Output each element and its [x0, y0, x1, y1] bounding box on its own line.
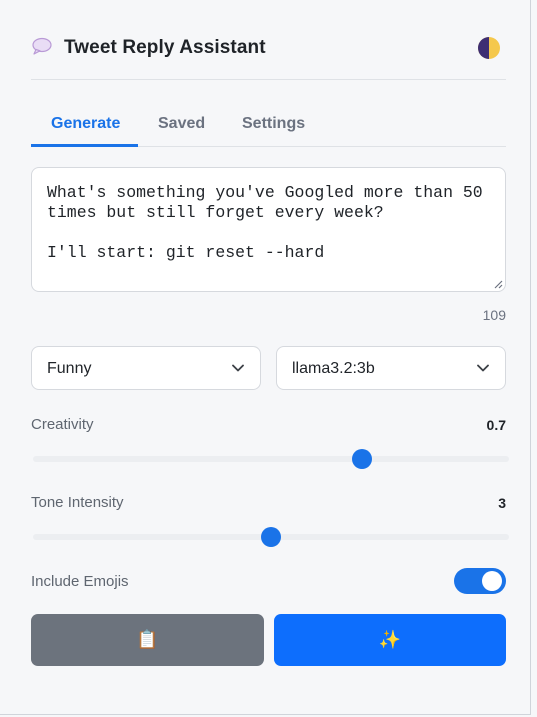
resize-handle-icon[interactable]	[494, 280, 503, 289]
speech-bubble-icon	[32, 37, 52, 55]
tweet-input[interactable]	[31, 167, 506, 292]
chevron-down-icon	[232, 364, 244, 372]
clipboard-icon: 📋	[136, 629, 159, 650]
tab-bar: Generate Saved Settings	[31, 105, 506, 147]
model-select[interactable]: llama3.2:3b	[276, 346, 506, 390]
header: Tweet Reply Assistant	[31, 28, 506, 80]
tab-saved[interactable]: Saved	[158, 105, 205, 147]
tone-select[interactable]: Funny	[31, 346, 261, 390]
tone-select-value: Funny	[47, 360, 92, 377]
generate-button[interactable]: ✨	[274, 614, 506, 666]
creativity-slider-thumb[interactable]	[352, 449, 373, 469]
active-tab-indicator	[31, 144, 138, 147]
tone-intensity-value: 3	[498, 495, 506, 511]
include-emojis-label: Include Emojis	[31, 573, 129, 590]
model-select-value: llama3.2:3b	[292, 360, 375, 377]
tab-generate[interactable]: Generate	[51, 105, 120, 147]
tone-intensity-slider-track[interactable]	[33, 527, 509, 547]
half-moon-theme-toggle-icon[interactable]	[477, 36, 501, 60]
app-title: Tweet Reply Assistant	[64, 37, 266, 58]
creativity-value: 0.7	[486, 417, 506, 433]
sparkles-icon: ✨	[378, 629, 402, 650]
character-count: 109	[482, 307, 506, 323]
chevron-down-icon	[477, 364, 489, 372]
extension-panel: Tweet Reply Assistant Generate Saved Set…	[0, 0, 531, 715]
tone-intensity-slider-thumb[interactable]	[261, 527, 281, 547]
creativity-slider-track[interactable]	[33, 449, 509, 469]
include-emojis-toggle[interactable]	[454, 568, 506, 594]
toggle-knob	[482, 571, 502, 591]
tab-settings[interactable]: Settings	[242, 105, 305, 147]
tone-intensity-label: Tone Intensity	[31, 494, 124, 511]
creativity-label: Creativity	[31, 416, 94, 433]
copy-button[interactable]: 📋	[31, 614, 264, 666]
